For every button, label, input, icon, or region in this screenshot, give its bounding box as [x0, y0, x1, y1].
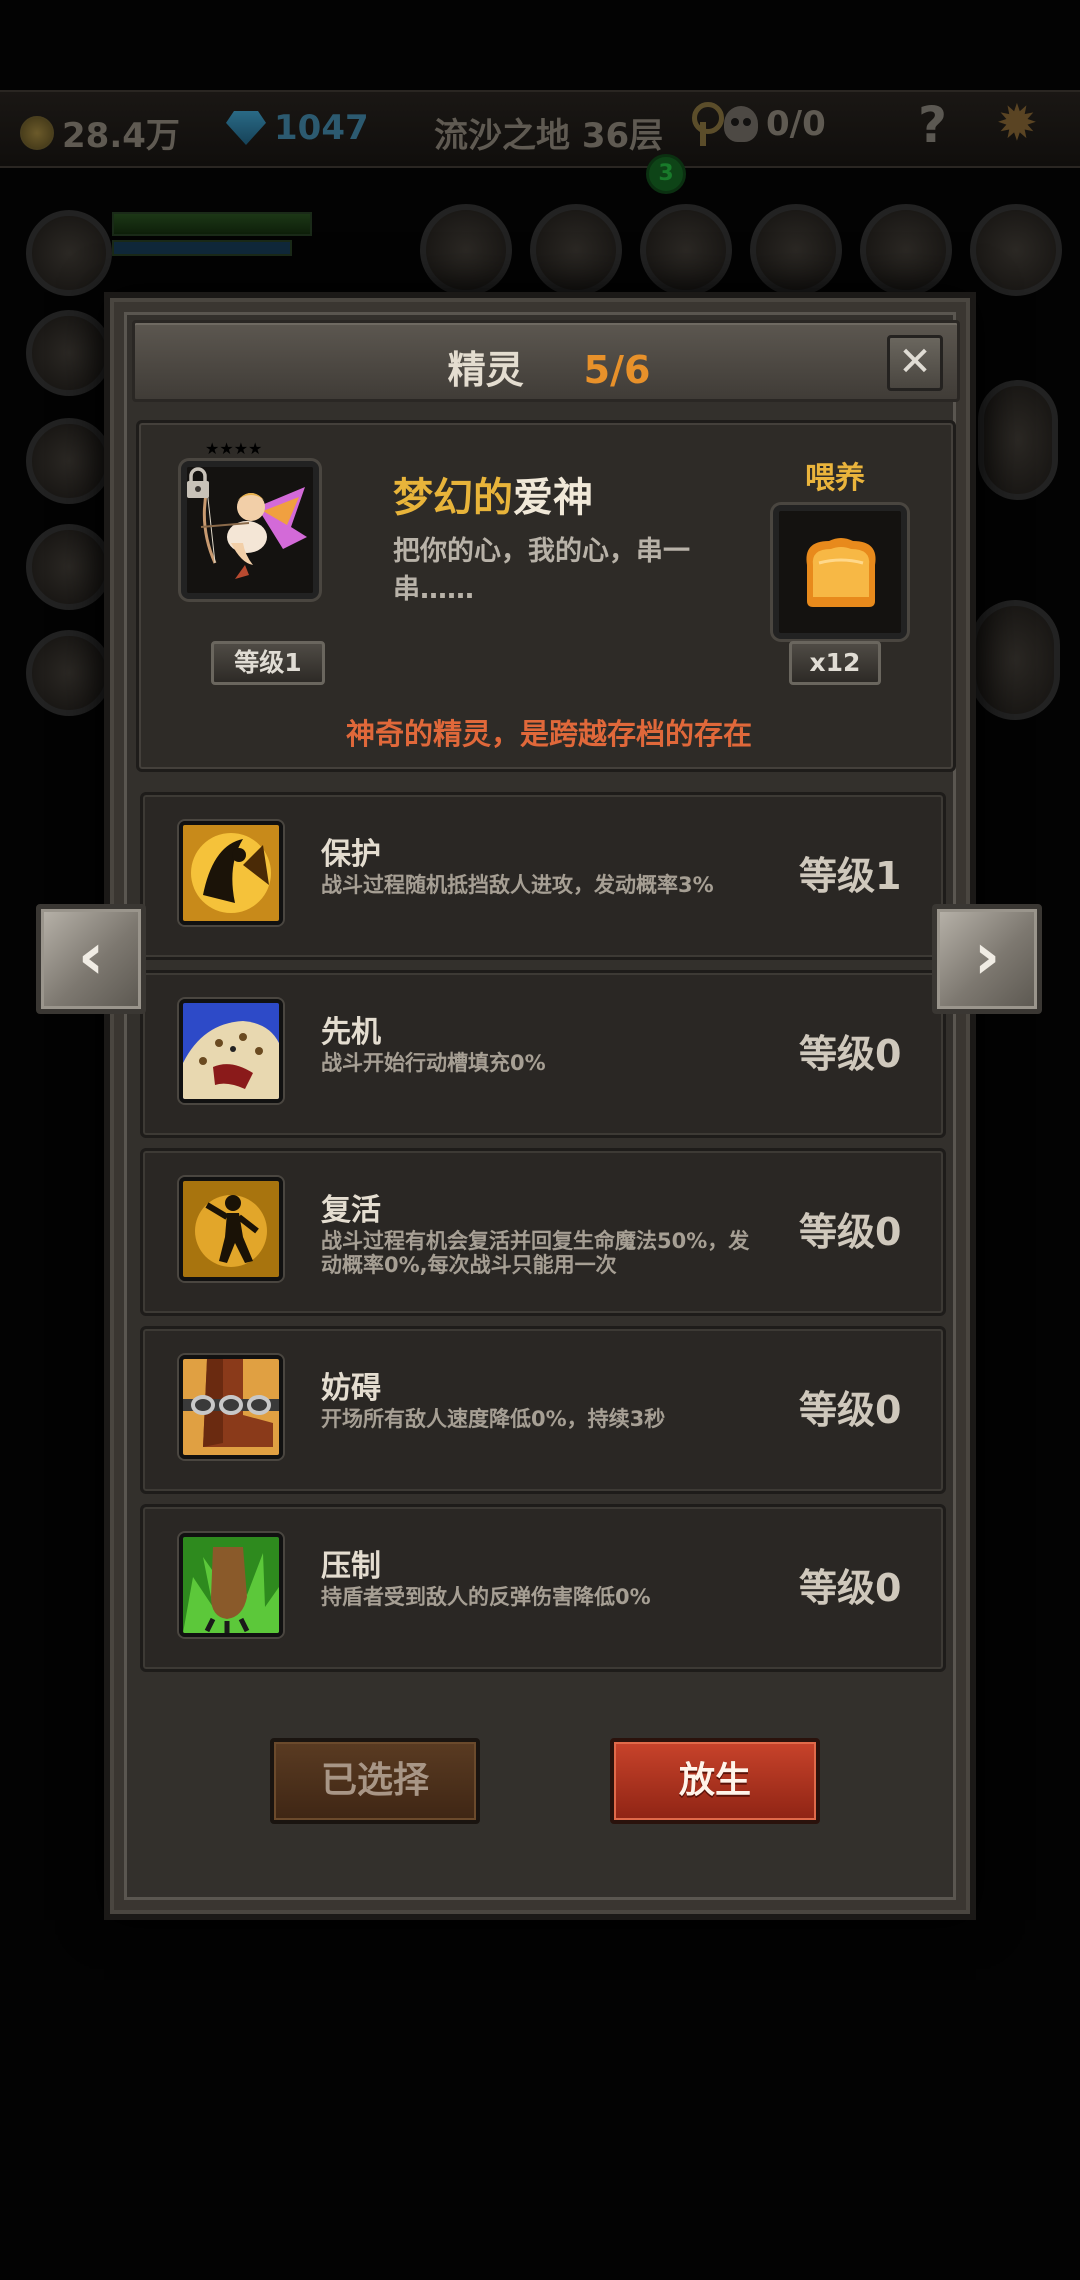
- pet-note: 神奇的精灵，是跨越存档的存在: [345, 717, 752, 751]
- skill-description: 战斗过程随机抵挡敌人进攻，发动概率3%: [321, 873, 714, 897]
- skill-level: 等级1: [799, 854, 902, 898]
- party-portrait: [26, 630, 112, 716]
- feed-label: 喂养: [805, 461, 865, 496]
- help-button[interactable]: ?: [918, 96, 947, 154]
- location-label: 流沙之地 36层: [434, 116, 664, 156]
- skill-icon-frame: [179, 999, 283, 1103]
- skill-description: 开场所有敌人速度降低0%，持续3秒: [321, 1407, 666, 1431]
- skill-name: 妨碍: [321, 1371, 381, 1406]
- chevron-right-icon: ›: [973, 920, 1001, 994]
- gem-counter: 1047: [226, 108, 369, 148]
- top-resource-bar: 28.4万 1047 流沙之地 36层 0/0 ? ✹: [0, 90, 1080, 168]
- skill-row-suppress[interactable]: 压制 持盾者受到敌人的反弹伤害降低0% 等级0: [140, 1504, 946, 1672]
- gem-amount: 1047: [274, 108, 369, 148]
- release-button[interactable]: 放生: [610, 1738, 820, 1824]
- party-portrait: [26, 418, 112, 504]
- skill-icon-frame: [179, 1533, 283, 1637]
- skill-icon-frame: [179, 821, 283, 925]
- pet-name-suffix: 爱神: [513, 475, 593, 521]
- gold-counter: 28.4万: [20, 108, 180, 157]
- item-slot: [640, 204, 732, 296]
- side-portrait: [978, 380, 1058, 500]
- shield-aura-icon: [183, 825, 279, 921]
- rarity-stars: ★★★★: [205, 439, 263, 458]
- sprite-dialog: 精灵 5/6 ✕ ★★★★ 等级1 梦幻的爱神 把你的心，我的心，串一串…… 喂…: [104, 292, 976, 1920]
- gold-amount: 28.4万: [62, 116, 180, 156]
- item-slot: [750, 204, 842, 296]
- item-slot: [970, 204, 1062, 296]
- skill-row-hinder[interactable]: 妨碍 开场所有敌人速度降低0%，持续3秒 等级0: [140, 1326, 946, 1494]
- coin-icon: [20, 115, 54, 150]
- skill-name: 保护: [321, 837, 381, 872]
- next-sprite-button[interactable]: ›: [932, 904, 1042, 1014]
- skull-icon: [724, 106, 758, 142]
- skill-description: 战斗开始行动槽填充0%: [321, 1051, 546, 1075]
- dialog-title-bar: 精灵 5/6 ✕: [132, 320, 960, 402]
- gear-icon: ✹: [996, 94, 1038, 152]
- mp-bar: [112, 240, 292, 256]
- revive-figure-icon: [183, 1181, 279, 1277]
- prev-sprite-button[interactable]: ‹: [36, 904, 146, 1014]
- close-button[interactable]: ✕: [887, 335, 943, 391]
- key-amount: 0/0: [766, 104, 826, 144]
- party-portrait: [26, 210, 112, 296]
- game-screen: 28.4万 1047 流沙之地 36层 0/0 ? ✹ 3 精灵 5/6 ✕ ★…: [0, 0, 1080, 2280]
- feed-button[interactable]: [773, 505, 907, 639]
- bread-icon: [806, 538, 876, 607]
- key-icon: [690, 102, 724, 146]
- gem-icon: [226, 111, 266, 145]
- party-portrait: [26, 310, 112, 396]
- pet-name-prefix: 梦幻的: [393, 475, 513, 521]
- skill-row-initiative[interactable]: 先机 战斗开始行动槽填充0% 等级0: [140, 970, 946, 1138]
- skill-name: 先机: [321, 1015, 381, 1050]
- skill-level: 等级0: [799, 1566, 902, 1610]
- skill-level: 等级0: [799, 1032, 902, 1076]
- help-icon: ?: [918, 96, 948, 154]
- pet-level-badge: 等级1: [211, 641, 325, 685]
- skill-level: 等级0: [799, 1388, 902, 1432]
- skill-row-revive[interactable]: 复活 战斗过程有机会复活并回复生命魔法50%，发动概率0%,每次战斗只能用一次 …: [140, 1148, 946, 1316]
- notification-badge: 3: [646, 154, 686, 194]
- hp-bar: [112, 212, 312, 236]
- item-slot: [860, 204, 952, 296]
- claw-icon: [183, 1537, 279, 1633]
- skill-description: 战斗过程有机会复活并回复生命魔法50%，发动概率0%,每次战斗只能用一次: [321, 1229, 750, 1277]
- settings-button[interactable]: ✹: [996, 94, 1038, 152]
- pet-info-panel: ★★★★ 等级1 梦幻的爱神 把你的心，我的心，串一串…… 喂养 x12 神奇的…: [136, 420, 956, 772]
- skill-name: 复活: [321, 1193, 381, 1228]
- side-portrait: [970, 600, 1060, 720]
- skill-description: 持盾者受到敌人的反弹伤害降低0%: [321, 1585, 651, 1609]
- skill-row-protect[interactable]: 保护 战斗过程随机抵挡敌人进攻，发动概率3% 等级1: [140, 792, 946, 960]
- pet-name: 梦幻的爱神: [393, 465, 593, 523]
- feed-count: x12: [789, 641, 881, 685]
- party-portrait: [26, 524, 112, 610]
- skill-icon-frame: [179, 1355, 283, 1459]
- close-icon: ✕: [898, 339, 932, 385]
- item-slot: [530, 204, 622, 296]
- dialog-title-text: 精灵: [447, 348, 524, 392]
- item-slot: [420, 204, 512, 296]
- lock-icon[interactable]: [185, 467, 211, 499]
- key-counter: 0/0: [690, 102, 826, 146]
- leopard-icon: [183, 1003, 279, 1099]
- pet-description: 把你的心，我的心，串一串……: [393, 536, 690, 605]
- dialog-title: 精灵 5/6: [135, 339, 963, 394]
- skill-level: 等级0: [799, 1210, 902, 1254]
- selected-button[interactable]: 已选择: [270, 1738, 480, 1824]
- sprite-count: 5/6: [583, 348, 651, 392]
- chevron-left-icon: ‹: [77, 920, 105, 994]
- skill-name: 压制: [321, 1549, 381, 1584]
- chained-boot-icon: [183, 1359, 279, 1455]
- skill-icon-frame: [179, 1177, 283, 1281]
